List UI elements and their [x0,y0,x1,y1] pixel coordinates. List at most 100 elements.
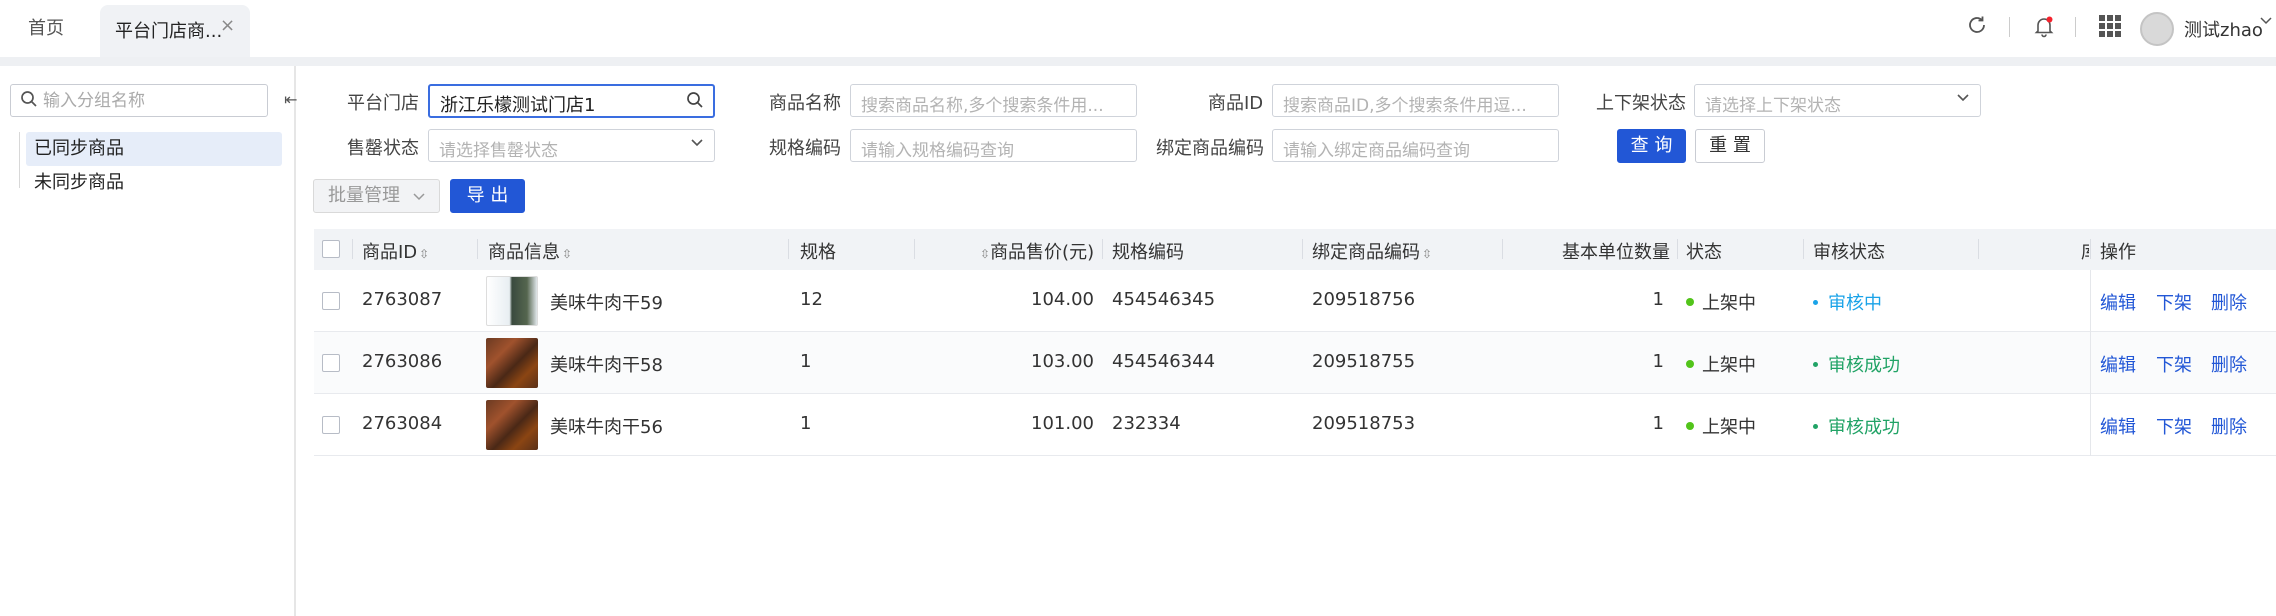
delete-link[interactable]: 删除 [2211,413,2247,439]
store-label: 平台门店 [347,93,419,114]
cell-status: 上架中 [1686,289,1756,315]
bind-code-input[interactable]: 请输入绑定商品编码查询 [1272,129,1559,162]
group-search-input[interactable] [43,89,258,113]
column-header-price[interactable]: ⇳商品售价(元) [978,238,1094,264]
product-id-input[interactable]: 搜索商品ID,多个搜索条件用逗... [1272,84,1559,117]
column-header-unit-qty: 基本单位数量 [1562,242,1670,263]
offshelf-link[interactable]: 下架 [2156,351,2192,377]
apps-grid-icon[interactable] [2098,14,2122,44]
collapse-sidebar-icon[interactable]: ⇤ [284,90,297,109]
export-button[interactable]: 导 出 [450,179,525,213]
offshelf-link[interactable]: 下架 [2156,289,2192,315]
row-checkbox[interactable] [322,292,340,310]
cell-status: 上架中 [1686,351,1756,377]
cell-price: 101.00 [1031,413,1094,434]
batch-manage-label: 批量管理 [328,185,400,206]
column-header-label: 商品售价(元) [990,242,1095,263]
search-icon[interactable] [686,90,704,114]
table-row: 2763084 美味牛肉干56 1 101.00 232334 20951875… [314,394,2276,456]
cell-id: 2763086 [362,351,443,372]
column-divider [1978,239,1979,259]
sidebar-item-synced[interactable]: 已同步商品 [26,132,282,166]
bell-icon[interactable] [2032,14,2056,44]
group-search-box [10,84,268,117]
refresh-icon[interactable] [1966,14,1988,42]
top-bar: 首页 平台门店商... × 测试zhao [0,0,2276,57]
sort-icon[interactable]: ⇳ [1422,247,1432,261]
audit-text: 审核成功 [1828,417,1900,438]
row-checkbox[interactable] [322,354,340,372]
edit-link[interactable]: 编辑 [2100,413,2136,439]
username[interactable]: 测试zhao [2184,16,2263,42]
avatar[interactable] [2140,12,2174,46]
column-divider [1502,239,1503,259]
column-header-spec-code: 规格编码 [1112,242,1184,263]
product-name-input[interactable]: 搜索商品名称,多个搜索条件用... [850,84,1137,117]
cell-name: 美味牛肉干58 [550,355,663,376]
tab-close-icon[interactable]: × [220,15,235,36]
tab-bar-divider [0,57,2276,66]
header-divider [2009,17,2010,37]
header-divider [2075,17,2076,37]
soldout-status-label: 售罄状态 [347,138,419,159]
status-dot [1686,298,1694,306]
select-all-checkbox[interactable] [322,240,340,258]
delete-link[interactable]: 删除 [2211,289,2247,315]
status-dot [1686,422,1694,430]
shelf-status-label: 上下架状态 [1596,93,1686,114]
delete-link[interactable]: 删除 [2211,351,2247,377]
cell-bind-code: 209518756 [1312,289,1416,310]
column-header-id[interactable]: 商品ID ⇳ [362,238,429,264]
reset-button[interactable]: 重 置 [1695,129,1765,163]
sidebar-item-unsynced[interactable]: 未同步商品 [26,166,282,200]
status-text: 上架中 [1702,355,1756,376]
spec-code-input[interactable]: 请输入规格编码查询 [850,129,1137,162]
table-header: 商品ID ⇳ 商品信息 ⇳ 规格 ⇳商品售价(元) 规格编码 绑定商品编码 ⇳ 基本单… [314,229,2276,270]
column-header-spec: 规格 [800,242,836,263]
column-divider [2090,239,2091,259]
sort-icon[interactable]: ⇳ [562,247,572,261]
product-thumbnail [486,276,538,326]
product-id-placeholder: 搜索商品ID,多个搜索条件用逗... [1283,96,1527,116]
chevron-down-icon[interactable] [2260,14,2272,30]
cell-audit: 审核成功 [1813,413,1900,439]
cell-unit-qty: 1 [1652,351,1664,372]
soldout-status-select[interactable]: 请选择售罄状态 [428,129,715,162]
product-id-label: 商品ID [1208,93,1264,114]
cell-bind-code: 209518753 [1312,413,1416,434]
batch-manage-dropdown[interactable]: 批量管理 [313,179,440,213]
spec-code-label: 规格编码 [769,138,841,159]
cell-spec: 1 [800,351,812,372]
bind-code-label: 绑定商品编码 [1156,138,1264,159]
edit-link[interactable]: 编辑 [2100,289,2136,315]
tab-platform-store-products[interactable]: 平台门店商... × [100,5,250,57]
query-button[interactable]: 查 询 [1617,129,1686,163]
audit-dot [1813,299,1818,305]
column-header-label: 商品信息 [488,242,560,263]
sort-icon[interactable]: ⇳ [419,247,429,261]
cell-spec-code: 454546344 [1112,351,1216,372]
edit-link[interactable]: 编辑 [2100,351,2136,377]
shelf-status-select[interactable]: 请选择上下架状态 [1694,84,1981,117]
chevron-down-icon [413,181,425,213]
row-checkbox[interactable] [322,416,340,434]
column-divider [788,239,789,259]
status-dot [1686,360,1694,368]
product-thumbnail [486,400,538,450]
tab-home[interactable]: 首页 [28,14,64,40]
cell-audit: 审核成功 [1813,351,1900,377]
column-header-label: 商品ID [362,242,418,263]
column-header-bind-code[interactable]: 绑定商品编码 ⇳ [1312,238,1432,264]
table-row: 2763086 美味牛肉干58 1 103.00 454546344 20951… [314,332,2276,394]
column-header-label: 绑定商品编码 [1312,242,1420,263]
cell-spec-code: 232334 [1112,413,1181,434]
spec-code-placeholder: 请输入规格编码查询 [861,141,1014,161]
offshelf-link[interactable]: 下架 [2156,413,2192,439]
cell-spec-code: 454546345 [1112,289,1216,310]
cell-status: 上架中 [1686,413,1756,439]
store-select[interactable]: 浙江乐檬测试门店1 [428,84,715,118]
cell-spec: 1 [800,413,812,434]
column-header-info[interactable]: 商品信息 ⇳ [488,238,572,264]
column-header-ops: 操作 [2100,242,2136,263]
sort-icon[interactable]: ⇳ [980,247,990,261]
